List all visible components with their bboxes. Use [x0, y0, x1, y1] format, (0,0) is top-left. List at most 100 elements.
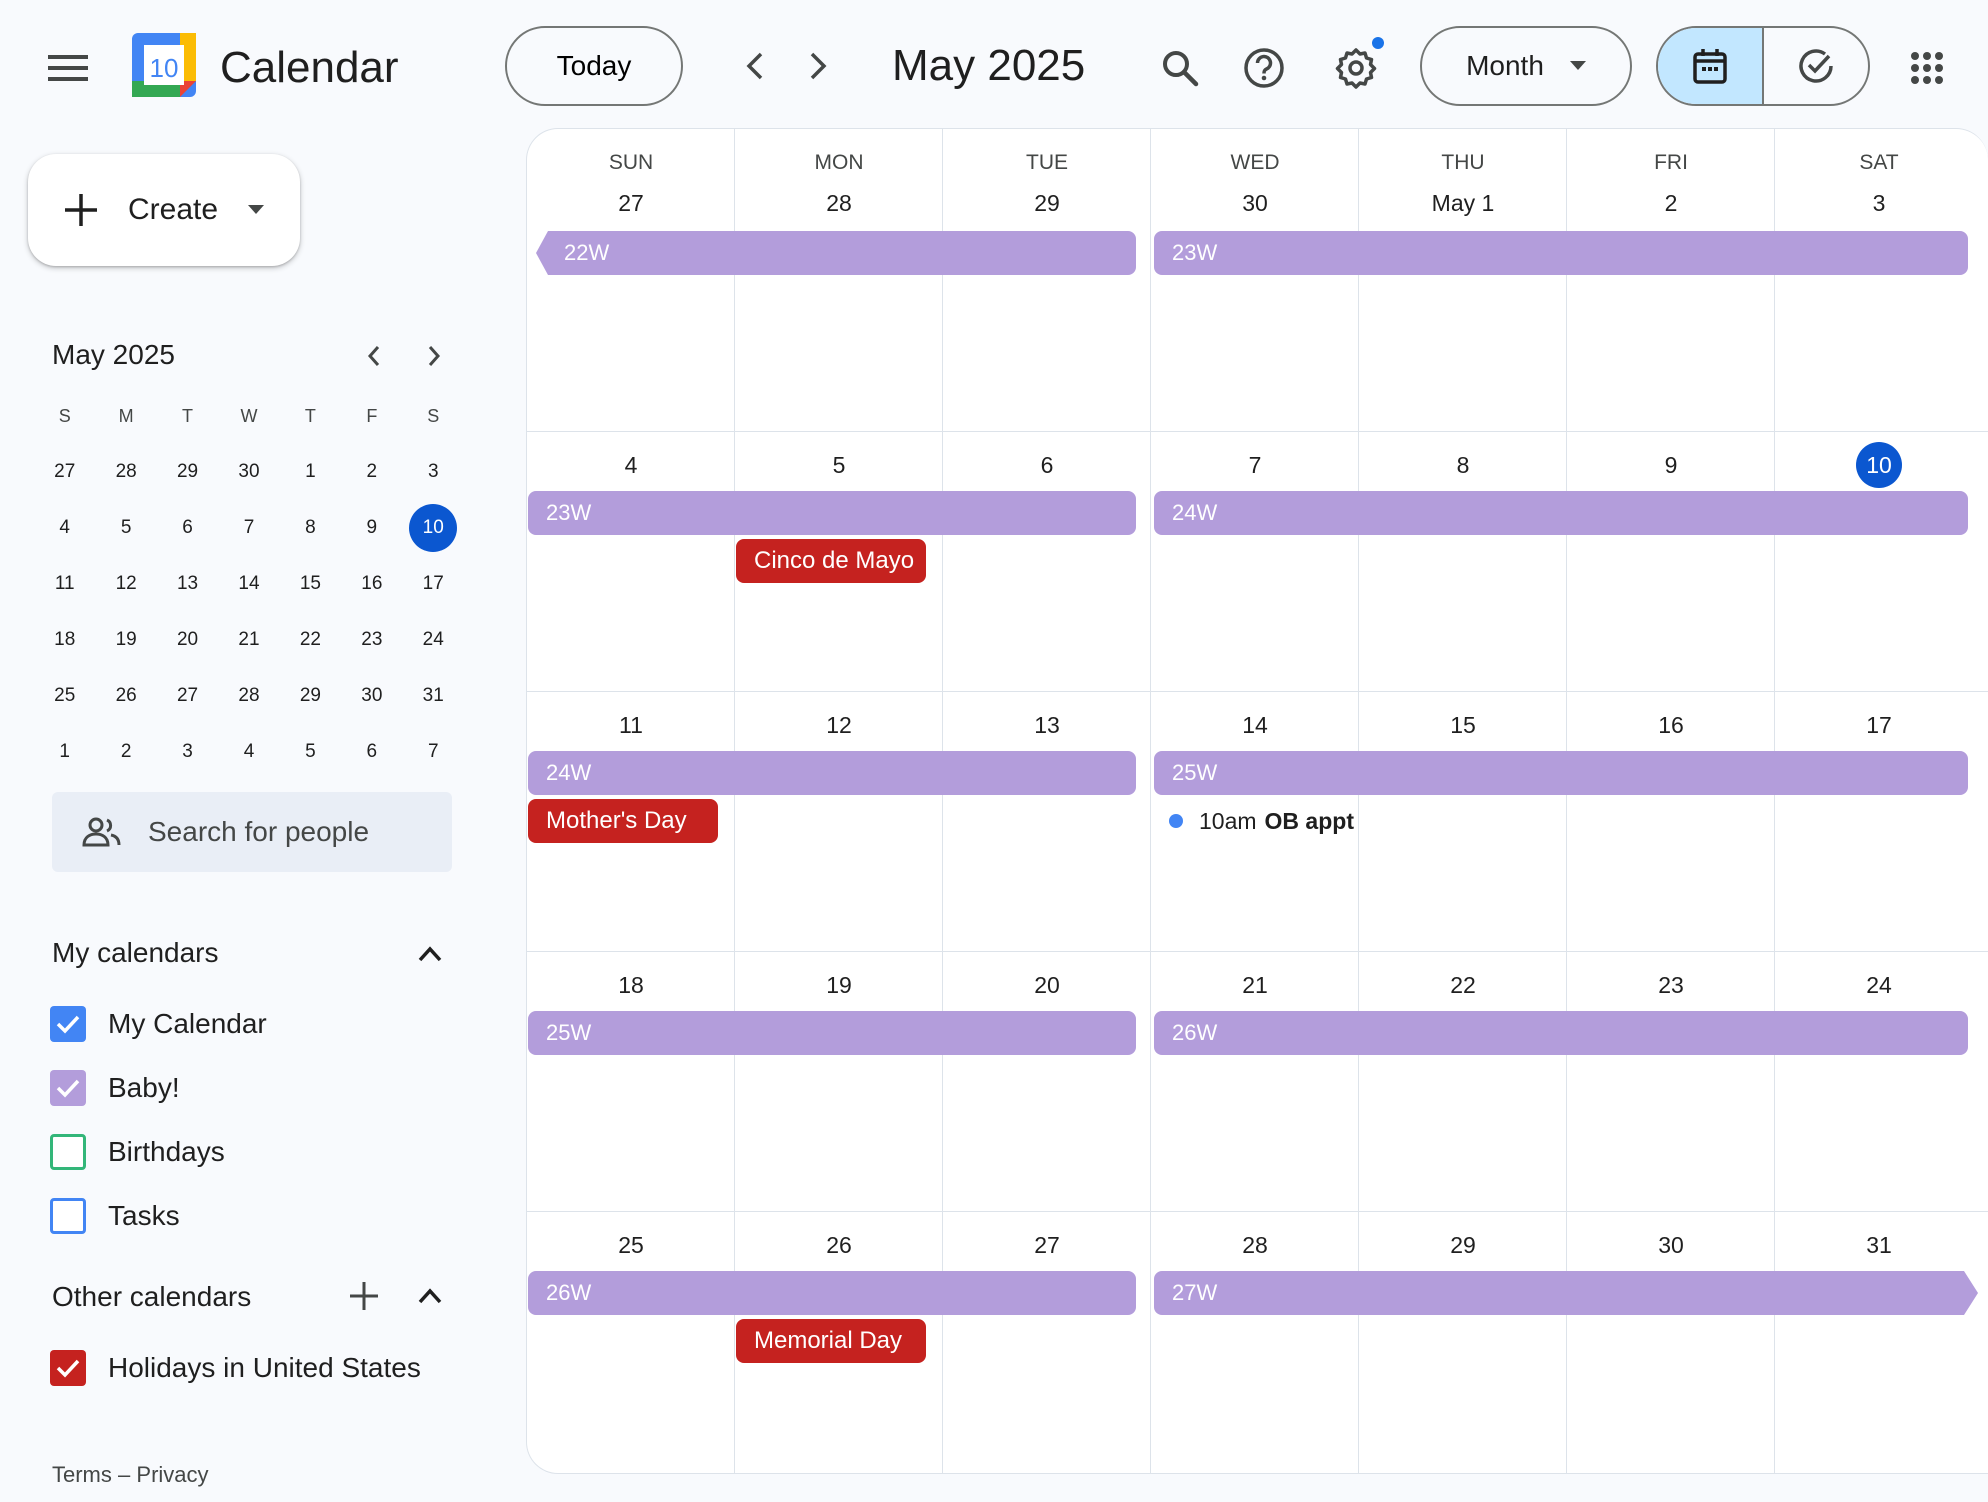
- mini-day[interactable]: 13: [157, 556, 218, 612]
- my-calendar-item[interactable]: Baby!: [50, 1060, 180, 1116]
- mini-day[interactable]: 24: [403, 612, 464, 668]
- day-number[interactable]: 30: [1151, 181, 1359, 225]
- day-number[interactable]: 7: [1151, 443, 1359, 487]
- week-event-bar[interactable]: 23W: [528, 491, 1136, 535]
- mini-day[interactable]: 21: [218, 612, 279, 668]
- day-number[interactable]: 16: [1567, 703, 1775, 747]
- mini-day[interactable]: 31: [403, 668, 464, 724]
- today-button[interactable]: Today: [505, 26, 683, 106]
- mini-day[interactable]: 4: [34, 500, 95, 556]
- day-number[interactable]: 8: [1359, 443, 1567, 487]
- mini-day[interactable]: 25: [34, 668, 95, 724]
- day-number[interactable]: 2: [1567, 181, 1775, 225]
- mini-day[interactable]: 6: [341, 724, 402, 780]
- day-number[interactable]: 31: [1775, 1223, 1983, 1267]
- day-number[interactable]: 12: [735, 703, 943, 747]
- mini-day[interactable]: 2: [95, 724, 156, 780]
- create-button[interactable]: Create: [28, 154, 300, 266]
- day-number[interactable]: 26: [735, 1223, 943, 1267]
- mini-day[interactable]: 29: [157, 444, 218, 500]
- calendar-checkbox[interactable]: [50, 1350, 86, 1386]
- day-number[interactable]: 28: [735, 181, 943, 225]
- day-number[interactable]: 25: [527, 1223, 735, 1267]
- my-calendar-item[interactable]: My Calendar: [50, 996, 267, 1052]
- day-number[interactable]: 15: [1359, 703, 1567, 747]
- timed-event[interactable]: 10am OB appt: [1169, 801, 1363, 841]
- mini-day[interactable]: 27: [34, 444, 95, 500]
- mini-day[interactable]: 1: [280, 444, 341, 500]
- next-period-button[interactable]: [788, 36, 848, 96]
- day-number[interactable]: 23: [1567, 963, 1775, 1007]
- calendar-checkbox[interactable]: [50, 1070, 86, 1106]
- my-calendar-item[interactable]: Tasks: [50, 1188, 180, 1244]
- mini-day[interactable]: 3: [403, 444, 464, 500]
- mini-day[interactable]: 5: [280, 724, 341, 780]
- other-calendar-item[interactable]: Holidays in United States: [50, 1340, 421, 1396]
- view-switcher-button[interactable]: Month: [1420, 26, 1632, 106]
- day-number[interactable]: 17: [1775, 703, 1983, 747]
- mini-calendar-next-button[interactable]: [414, 336, 454, 376]
- mini-day[interactable]: 19: [95, 612, 156, 668]
- apps-button[interactable]: [1895, 36, 1959, 100]
- holiday-event-chip[interactable]: Memorial Day: [736, 1319, 926, 1363]
- week-event-bar[interactable]: 26W: [1154, 1011, 1968, 1055]
- mini-day[interactable]: 12: [95, 556, 156, 612]
- mini-day[interactable]: 27: [157, 668, 218, 724]
- day-number[interactable]: 13: [943, 703, 1151, 747]
- calendar-checkbox[interactable]: [50, 1006, 86, 1042]
- day-number[interactable]: 14: [1151, 703, 1359, 747]
- add-other-calendar-button[interactable]: [344, 1276, 384, 1316]
- mini-day[interactable]: 7: [218, 500, 279, 556]
- mini-day[interactable]: 18: [34, 612, 95, 668]
- holiday-event-chip[interactable]: Cinco de Mayo: [736, 539, 926, 583]
- day-number[interactable]: 29: [943, 181, 1151, 225]
- holiday-event-chip[interactable]: Mother's Day: [528, 799, 718, 843]
- day-number[interactable]: 18: [527, 963, 735, 1007]
- calendar-mode-button[interactable]: [1658, 28, 1764, 104]
- mini-day[interactable]: 3: [157, 724, 218, 780]
- mini-day[interactable]: 1: [34, 724, 95, 780]
- mini-day[interactable]: 20: [157, 612, 218, 668]
- mini-day[interactable]: 30: [341, 668, 402, 724]
- day-number[interactable]: 20: [943, 963, 1151, 1007]
- tasks-mode-button[interactable]: [1764, 28, 1868, 104]
- day-number[interactable]: 27: [527, 181, 735, 225]
- day-number[interactable]: 4: [527, 443, 735, 487]
- day-number[interactable]: 24: [1775, 963, 1983, 1007]
- my-calendar-item[interactable]: Birthdays: [50, 1124, 225, 1180]
- week-event-bar[interactable]: 25W: [528, 1011, 1136, 1055]
- mini-day[interactable]: 28: [218, 668, 279, 724]
- mini-day[interactable]: 11: [34, 556, 95, 612]
- week-event-bar[interactable]: 22W: [536, 231, 1136, 275]
- mini-day[interactable]: 9: [341, 500, 402, 556]
- search-people-input[interactable]: Search for people: [52, 792, 452, 872]
- terms-link[interactable]: Terms: [52, 1462, 112, 1487]
- search-button[interactable]: [1148, 36, 1212, 100]
- mini-day[interactable]: 30: [218, 444, 279, 500]
- day-number[interactable]: 27: [943, 1223, 1151, 1267]
- day-number[interactable]: 3: [1775, 181, 1983, 225]
- mini-day[interactable]: 23: [341, 612, 402, 668]
- day-number[interactable]: 11: [527, 703, 735, 747]
- my-calendars-collapse-button[interactable]: [410, 934, 450, 974]
- mini-day[interactable]: 4: [218, 724, 279, 780]
- mini-day[interactable]: 15: [280, 556, 341, 612]
- week-event-bar[interactable]: 24W: [1154, 491, 1968, 535]
- day-number[interactable]: 29: [1359, 1223, 1567, 1267]
- day-number[interactable]: 9: [1567, 443, 1775, 487]
- mini-day[interactable]: 2: [341, 444, 402, 500]
- help-button[interactable]: [1232, 36, 1296, 100]
- mini-day[interactable]: 14: [218, 556, 279, 612]
- mini-day[interactable]: 17: [403, 556, 464, 612]
- day-number[interactable]: 21: [1151, 963, 1359, 1007]
- other-calendars-collapse-button[interactable]: [410, 1276, 450, 1316]
- day-number-today[interactable]: 10: [1775, 442, 1983, 488]
- week-event-bar[interactable]: 24W: [528, 751, 1136, 795]
- week-event-bar[interactable]: 23W: [1154, 231, 1968, 275]
- day-number[interactable]: 5: [735, 443, 943, 487]
- mini-day[interactable]: 26: [95, 668, 156, 724]
- main-menu-button[interactable]: [38, 38, 98, 98]
- mini-day[interactable]: 6: [157, 500, 218, 556]
- calendar-checkbox[interactable]: [50, 1198, 86, 1234]
- mini-calendar-prev-button[interactable]: [354, 336, 394, 376]
